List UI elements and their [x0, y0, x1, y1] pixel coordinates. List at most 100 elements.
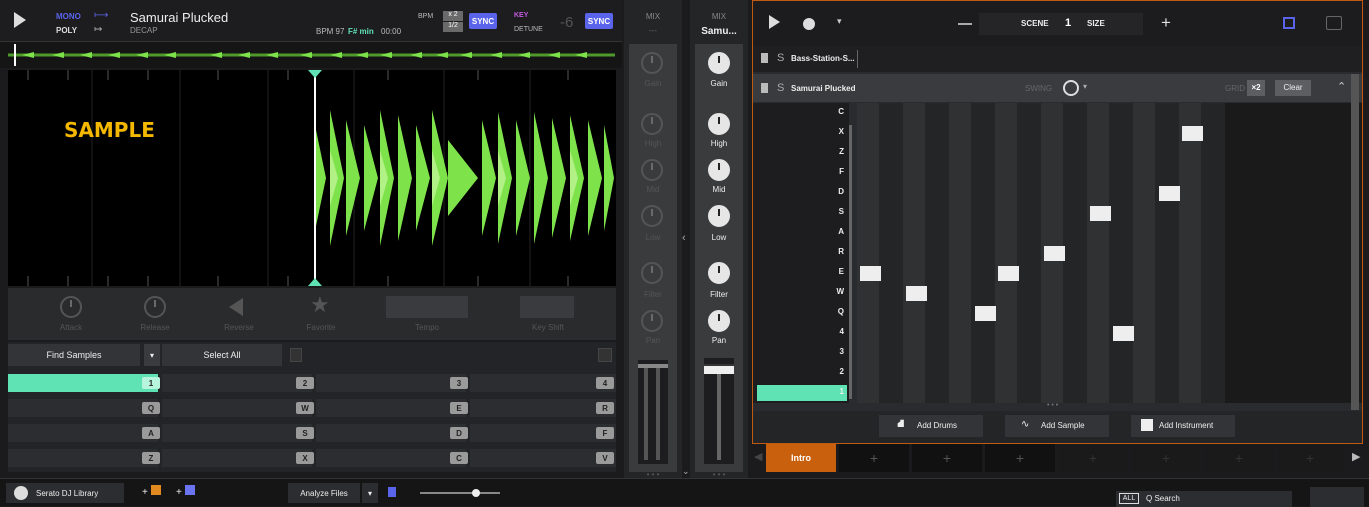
clear-button[interactable]: Clear	[1275, 80, 1311, 96]
sample-slot-15[interactable]	[316, 449, 466, 467]
note-block[interactable]	[1159, 186, 1180, 201]
note-block[interactable]	[860, 266, 881, 281]
bpm-sync-button[interactable]: SYNC	[469, 13, 497, 29]
scene-next-icon[interactable]: ▶	[1352, 450, 1360, 463]
sample-slot-14[interactable]	[162, 449, 312, 467]
mixer2-filter-knob[interactable]	[708, 262, 730, 284]
sample-slot-10[interactable]	[162, 424, 312, 442]
zoom-slider-thumb[interactable]	[472, 489, 480, 497]
collapse-left-icon[interactable]: ‹	[682, 232, 686, 244]
mixer2-mid-knob[interactable]	[708, 159, 730, 181]
attack-knob[interactable]	[60, 296, 82, 318]
sample-slot-7[interactable]	[316, 399, 466, 417]
mixer2-fader[interactable]	[704, 358, 734, 464]
grid-multiplier[interactable]: ×2	[1247, 80, 1265, 96]
sample-slot-5[interactable]	[8, 399, 158, 417]
solo-label[interactable]: S	[777, 52, 784, 64]
sample-slot-9[interactable]	[8, 424, 158, 442]
grid-scrollbar[interactable]	[1351, 74, 1359, 410]
mixer1-pan-knob[interactable]	[641, 310, 663, 332]
select-all-button[interactable]: Select All	[162, 344, 282, 366]
favorite-star-icon[interactable]: ★	[310, 292, 330, 318]
analyze-files-button[interactable]: Analyze Files	[288, 483, 360, 503]
stretch-icon[interactable]: ⟼	[94, 10, 108, 21]
add-sample-button[interactable]: ∿ Add Sample	[1005, 415, 1109, 437]
mixer1-low-knob[interactable]	[641, 205, 663, 227]
solo-label[interactable]: S	[777, 82, 784, 94]
analyze-dropdown-icon[interactable]: ▾	[362, 483, 378, 503]
sample-slot-12[interactable]	[470, 424, 616, 442]
lock-icon[interactable]: ↦	[94, 24, 102, 35]
note-block[interactable]	[975, 306, 996, 321]
track-row-samurai[interactable]: S Samurai Plucked SWING ▾ GRID ×2 Clear …	[753, 74, 1362, 102]
note-block[interactable]	[998, 266, 1019, 281]
speaker-icon[interactable]	[761, 83, 768, 93]
sample-slot-8[interactable]	[470, 399, 616, 417]
piano-icon[interactable]	[598, 348, 612, 362]
add-instrument-button[interactable]: Add Instrument	[1131, 415, 1235, 437]
volume-icon[interactable]	[388, 487, 396, 497]
multiply-button[interactable]: x 2	[443, 11, 463, 21]
sample-slot-11[interactable]	[316, 424, 466, 442]
speaker-icon[interactable]	[761, 53, 768, 63]
corner-button[interactable]	[1310, 487, 1364, 507]
add-crate-button[interactable]: +	[142, 485, 161, 498]
mixer1-filter-knob[interactable]	[641, 262, 663, 284]
trash-icon[interactable]	[290, 348, 302, 362]
main-waveform[interactable]: SAMPLE	[8, 70, 616, 286]
swing-knob[interactable]	[1063, 80, 1079, 96]
fullscreen-icon[interactable]	[1283, 17, 1295, 29]
play-button[interactable]	[14, 12, 26, 28]
record-dropdown-icon[interactable]: ▾	[837, 16, 842, 27]
scene-add-slot[interactable]: +	[985, 444, 1055, 472]
sample-slot-1[interactable]	[8, 374, 158, 392]
panel-splitter[interactable]: ‹ ⌄	[682, 0, 690, 478]
find-dropdown-button[interactable]: ▾	[144, 344, 160, 366]
zoom-slider[interactable]	[420, 489, 500, 497]
mixer1-mid-knob[interactable]	[641, 159, 663, 181]
record-button[interactable]	[803, 18, 815, 30]
divide-button[interactable]: 1/2	[443, 22, 463, 32]
library-button[interactable]: Serato DJ Library	[6, 483, 124, 503]
scene-add-slot[interactable]: +	[1058, 444, 1128, 472]
sample-slot-4[interactable]	[470, 374, 616, 392]
key-sync-button[interactable]: SYNC	[585, 13, 613, 29]
mixer2-low-knob[interactable]	[708, 205, 730, 227]
sample-slot-2[interactable]	[162, 374, 312, 392]
scene-prev-icon[interactable]: ◀	[754, 450, 762, 463]
waveform-overview[interactable]	[0, 42, 622, 68]
seq-play-button[interactable]	[769, 15, 780, 29]
keyshift-field[interactable]	[520, 296, 574, 318]
robot-icon[interactable]	[1326, 16, 1342, 30]
sample-slot-3[interactable]	[316, 374, 466, 392]
sample-slot-6[interactable]	[162, 399, 312, 417]
search-all-filter[interactable]: ALL	[1119, 493, 1139, 504]
collapse-up-icon[interactable]: ⌃	[1337, 80, 1346, 93]
track-row-bass[interactable]: S Bass-Station-S...	[753, 46, 1362, 72]
scene-add-slot[interactable]: +	[1204, 444, 1274, 472]
poly-label[interactable]: POLY	[56, 26, 77, 35]
scene-add-slot[interactable]: +	[912, 444, 982, 472]
scene-add-slot[interactable]: +	[839, 444, 909, 472]
reverse-icon[interactable]	[229, 298, 243, 316]
mixer1-gain-knob[interactable]	[641, 52, 663, 74]
add-smart-crate-button[interactable]: +	[176, 485, 195, 498]
mono-label[interactable]: MONO	[56, 12, 81, 21]
tempo-field[interactable]	[386, 296, 468, 318]
sample-slot-16[interactable]	[470, 449, 616, 467]
search-box[interactable]	[1116, 491, 1292, 507]
note-block[interactable]	[1113, 326, 1134, 341]
note-block[interactable]	[1090, 206, 1111, 221]
scene-add-slot[interactable]: +	[1277, 444, 1343, 472]
resize-dots[interactable]: • • •	[1047, 402, 1058, 409]
sample-slot-13[interactable]	[8, 449, 158, 467]
collapse-down-icon[interactable]: ⌄	[682, 466, 690, 477]
note-block[interactable]	[1044, 246, 1065, 261]
scene-add-slot[interactable]: +	[1131, 444, 1201, 472]
find-samples-button[interactable]: Find Samples	[8, 344, 140, 366]
key-scrollbar[interactable]	[849, 125, 852, 399]
mixer2-pan-knob[interactable]	[708, 310, 730, 332]
scene-minus-button[interactable]	[958, 23, 972, 25]
note-block[interactable]	[906, 286, 927, 301]
mixer2-high-knob[interactable]	[708, 113, 730, 135]
